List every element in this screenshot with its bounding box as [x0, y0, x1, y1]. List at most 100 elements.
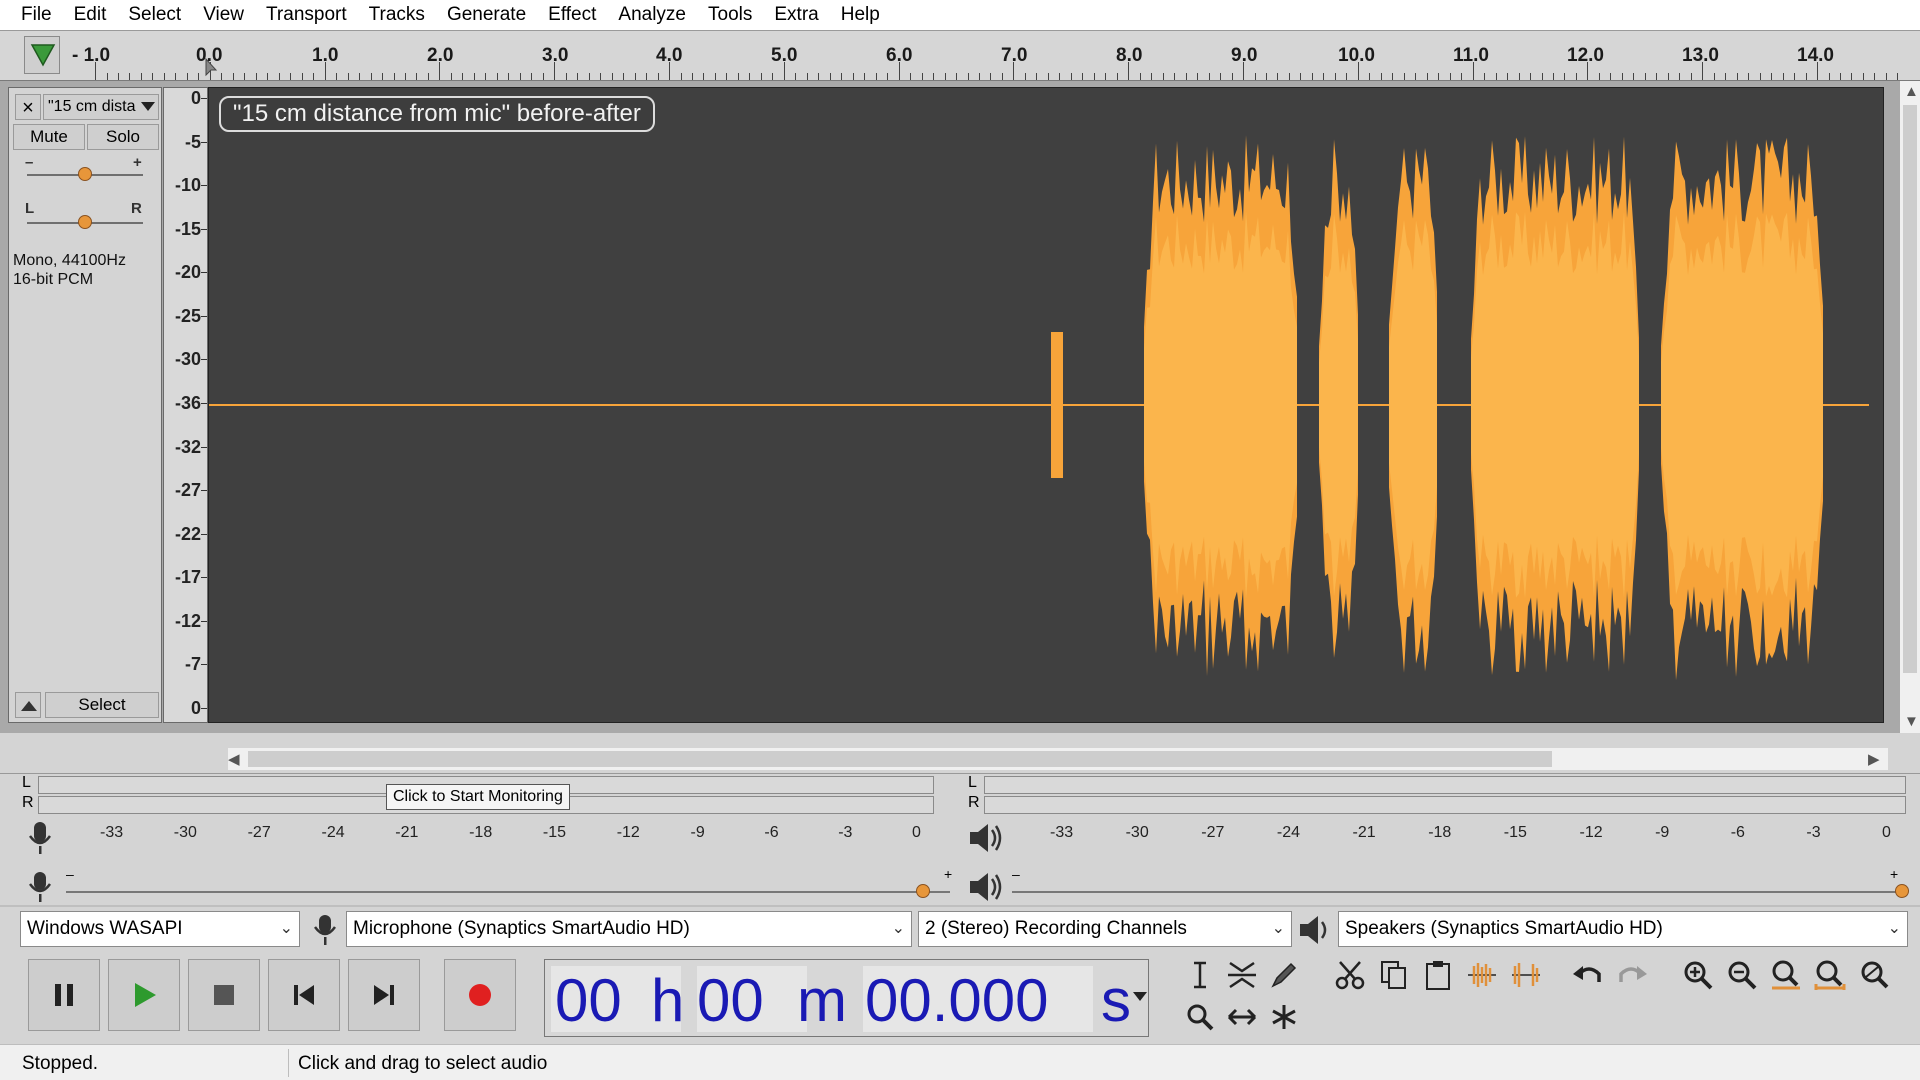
zoom-toggle-button[interactable]	[1856, 957, 1892, 993]
cut-button[interactable]	[1332, 957, 1368, 993]
fit-project-button[interactable]	[1812, 957, 1848, 993]
scroll-down-icon[interactable]: ▼	[1904, 713, 1919, 730]
track-name-menu-button[interactable]: "15 cm dista	[43, 94, 159, 120]
record-icon	[469, 984, 491, 1006]
db-label: 0	[190, 698, 201, 718]
zoom-out-button[interactable]	[1724, 957, 1760, 993]
vertical-scrollbar[interactable]: ▲ ▼	[1900, 81, 1920, 733]
db-tick	[201, 228, 207, 230]
time-display[interactable]: 00 h 00 m 00.000 s	[544, 959, 1149, 1037]
skip-to-end-button[interactable]	[348, 959, 420, 1031]
waveform-canvas[interactable]: "15 cm distance from mic" before-after	[208, 87, 1884, 723]
db-label: -20	[174, 262, 201, 283]
selection-tool-button[interactable]	[1182, 957, 1218, 993]
ruler-tick	[336, 73, 338, 80]
track-format-rate: Mono, 44100Hz	[13, 252, 126, 269]
menu-tools[interactable]: Tools	[697, 0, 763, 30]
solo-button[interactable]: Solo	[87, 124, 159, 150]
menu-tracks[interactable]: Tracks	[358, 0, 436, 30]
ruler-tick	[1817, 62, 1818, 80]
envelope-tool-button[interactable]	[1224, 957, 1260, 993]
db-tick	[201, 98, 207, 99]
stop-button[interactable]	[188, 959, 260, 1031]
playback-meter-left-bar[interactable]	[984, 776, 1906, 794]
asterisk-icon	[1272, 1005, 1296, 1029]
ruler-tick	[118, 73, 119, 80]
ruler-tick	[1266, 73, 1267, 80]
zoom-in-button[interactable]	[1680, 957, 1716, 993]
clip-name-label[interactable]: "15 cm distance from mic" before-after	[219, 96, 655, 132]
zoom-tool-button[interactable]	[1182, 999, 1218, 1035]
status-state: Stopped.	[22, 1053, 99, 1074]
paste-button[interactable]	[1420, 957, 1456, 993]
play-button[interactable]	[108, 959, 180, 1031]
skip-to-start-button[interactable]	[268, 959, 340, 1031]
time-hours: 00	[555, 967, 622, 1034]
horizontal-scrollbar[interactable]: ◀ ▶	[228, 748, 1888, 770]
ruler-tick	[140, 73, 142, 80]
horizontal-scroll-thumb[interactable]	[248, 751, 1552, 767]
record-button[interactable]	[444, 959, 516, 1031]
scroll-up-icon[interactable]: ▲	[1904, 83, 1919, 100]
time-shift-tool-button[interactable]	[1224, 999, 1260, 1035]
db-tick	[201, 577, 207, 579]
scroll-right-icon[interactable]: ▶	[1868, 750, 1880, 768]
gain-slider-knob[interactable]	[78, 167, 92, 181]
timeline-ruler[interactable]: - 1.0 0.0 1.0 2.0 3.0 4.0 5.0 6.0 7.0 8.…	[0, 30, 1920, 81]
copy-button[interactable]	[1376, 957, 1412, 993]
menu-select[interactable]: Select	[117, 0, 192, 30]
ruler-tick	[1713, 73, 1715, 80]
menu-edit[interactable]: Edit	[63, 0, 118, 30]
ruler-tick	[990, 73, 992, 80]
record-volume-plus: +	[944, 866, 953, 882]
time-format-chevron-icon[interactable]	[1133, 992, 1147, 1002]
menu-transport[interactable]: Transport	[255, 0, 358, 30]
db-tick	[201, 490, 207, 492]
track-select-button[interactable]: Select	[45, 692, 159, 718]
ruler-tick	[1633, 73, 1635, 80]
pan-slider-knob[interactable]	[78, 215, 92, 229]
vertical-scroll-thumb[interactable]	[1903, 105, 1917, 673]
draw-tool-button[interactable]	[1266, 957, 1302, 993]
play-head-toggle-button[interactable]	[24, 36, 60, 74]
playback-volume-slider-knob[interactable]	[1895, 884, 1910, 898]
fit-selection-button[interactable]	[1768, 957, 1804, 993]
ruler-tick	[1667, 73, 1669, 80]
speaker-icon[interactable]	[966, 820, 1006, 856]
menu-view[interactable]: View	[192, 0, 255, 30]
ruler-tick	[1403, 73, 1405, 80]
scissors-icon	[1335, 961, 1365, 990]
playback-meter-right-bar[interactable]	[984, 796, 1906, 814]
track-close-button[interactable]: ×	[15, 94, 41, 120]
menu-help[interactable]: Help	[830, 0, 891, 30]
scroll-left-icon[interactable]: ◀	[228, 750, 240, 768]
start-monitoring-tooltip[interactable]: Click to Start Monitoring	[386, 784, 570, 810]
ruler-tick	[726, 73, 728, 80]
waveform-rms	[1471, 211, 1639, 599]
menu-extra[interactable]: Extra	[763, 0, 829, 30]
menu-generate[interactable]: Generate	[436, 0, 537, 30]
play-meter-l: L	[968, 774, 977, 791]
silence-audio-button[interactable]	[1508, 957, 1544, 993]
menu-analyze[interactable]: Analyze	[607, 0, 697, 30]
multi-tool-button[interactable]	[1266, 999, 1302, 1035]
ruler-tick	[278, 73, 280, 80]
recording-device-select[interactable]: Microphone (Synaptics SmartAudio HD) ⌄	[346, 911, 912, 947]
pause-button[interactable]	[28, 959, 100, 1031]
audio-host-select[interactable]: Windows WASAPI ⌄	[20, 911, 300, 947]
trim-audio-button[interactable]	[1464, 957, 1500, 993]
playback-device-select[interactable]: Speakers (Synaptics SmartAudio HD) ⌄	[1338, 911, 1908, 947]
menu-effect[interactable]: Effect	[537, 0, 607, 30]
microphone-icon[interactable]	[24, 820, 56, 856]
amplitude-ruler[interactable]: 0 -5 -10 -15 -20 -25 -30 -36 -32 -27 -22 -17 -12 -7 0	[163, 87, 208, 723]
skip-end-icon	[374, 985, 394, 1005]
redo-button[interactable]	[1614, 957, 1650, 993]
ruler-tick	[232, 73, 234, 80]
ruler-tick	[1392, 73, 1394, 80]
recording-channels-select[interactable]: 2 (Stereo) Recording Channels ⌄	[918, 911, 1292, 947]
record-volume-slider-knob[interactable]	[916, 884, 931, 898]
undo-button[interactable]	[1570, 957, 1606, 993]
menu-file[interactable]: File	[10, 0, 63, 30]
collapse-track-button[interactable]	[15, 692, 41, 718]
mute-button[interactable]: Mute	[13, 124, 85, 150]
